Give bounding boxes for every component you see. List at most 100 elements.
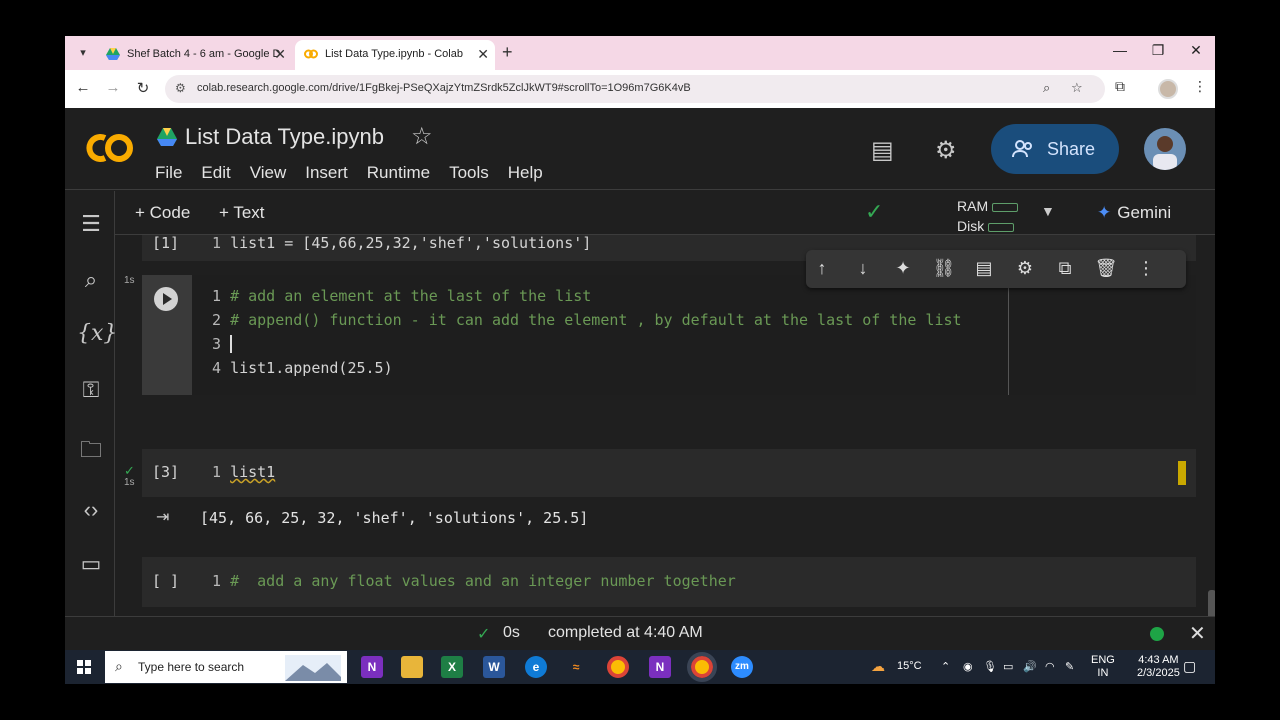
new-tab-icon[interactable]: + [502,42,513,63]
extensions-icon[interactable]: ⧉ [1115,78,1125,95]
code-line[interactable]: 1 # add a any float values and an intege… [212,572,736,590]
menu-tools[interactable]: Tools [449,163,489,183]
move-cell-down-icon[interactable]: ↓ [851,258,875,279]
secrets-key-icon[interactable]: ⚿ [77,377,105,403]
bookmark-star-icon[interactable]: ☆ [1071,80,1083,96]
code-cell[interactable]: [3] 1 list1 [142,449,1196,497]
clock[interactable]: 4:43 AM 2/3/2025 [1137,654,1180,680]
code-line[interactable]: 1 # add an element at the last of the li… [212,287,591,305]
star-icon[interactable]: ☆ [411,122,433,151]
taskbar-search[interactable]: ⌕ Type here to search [105,651,347,683]
forward-icon[interactable]: → [103,79,123,96]
wifi-icon[interactable]: ◠ [1045,660,1055,673]
onenote-icon[interactable]: N [649,656,671,678]
word-icon[interactable]: W [483,656,505,678]
search-highlight-image [285,655,341,681]
chrome-active-icon[interactable] [687,652,717,682]
close-tab-icon[interactable]: ✕ [477,40,489,68]
cell-output: [45, 66, 25, 32, 'shef', 'solutions', 25… [200,509,589,527]
search-placeholder: Type here to search [138,660,245,674]
close-tab-icon[interactable]: ✕ [274,40,286,68]
search-icon[interactable]: ⌕ [77,267,105,293]
code-cell[interactable]: [ ] 1 # add a any float values and an in… [142,557,1196,607]
exec-time: 1s [124,275,135,286]
tray-chevron-icon[interactable]: ⌃ [941,660,950,673]
browser-tab-docs[interactable]: Shef Batch 4 - 6 am - Google D ✕ [97,40,292,70]
code-cell-active[interactable]: 1 # add an element at the last of the li… [142,275,1196,395]
pen-icon[interactable]: ✎ [1065,660,1074,673]
run-cell-button[interactable] [154,287,178,311]
comments-icon[interactable]: ▤ [871,136,894,165]
notebook-title[interactable]: List Data Type.ipynb [185,124,384,150]
scrollbar-thumb[interactable] [1208,590,1215,616]
code-line-current[interactable]: 3 [212,335,233,353]
add-text-button[interactable]: + Text [219,203,265,223]
volume-icon[interactable]: 🔊 [1023,660,1037,673]
add-code-button[interactable]: + Code [135,203,190,223]
menu-view[interactable]: View [250,163,287,183]
link-icon[interactable]: ⛓ [932,258,956,279]
terminal-icon[interactable]: ▭ [77,551,105,577]
file-explorer-icon[interactable] [401,656,423,678]
browser-menu-icon[interactable]: ⋮ [1193,78,1207,95]
colab-logo[interactable] [83,128,137,168]
menu-edit[interactable]: Edit [201,163,230,183]
user-avatar[interactable] [1144,128,1186,170]
tab-search-dropdown-icon[interactable]: ▾ [73,43,93,63]
browser-profile-avatar[interactable] [1158,79,1178,99]
reload-icon[interactable]: ↻ [133,79,153,97]
windows-start-icon[interactable] [77,660,91,674]
ruler-line [1008,275,1009,395]
resource-monitor[interactable]: RAM Disk [957,196,1019,236]
people-icon [1012,140,1032,158]
exec-count: [1] [152,235,180,252]
delete-cell-icon[interactable]: 🗑 [1094,258,1118,279]
code-line[interactable]: 1 list1 [212,463,275,481]
mirror-cell-icon[interactable]: ⧉ [1053,258,1077,279]
code-snippets-icon[interactable]: ‹› [77,497,105,523]
move-cell-up-icon[interactable]: ↑ [810,258,834,279]
comment-icon[interactable]: ▤ [972,258,996,279]
menu-file[interactable]: File [155,163,182,183]
language-indicator[interactable]: ENG IN [1091,654,1115,680]
code-line[interactable]: 2 # append() function - it can add the e… [212,311,962,329]
connected-check-icon: ✓ [865,199,884,224]
battery-icon[interactable]: ▭ [1003,660,1013,673]
edge-icon[interactable]: e [525,656,547,678]
address-bar[interactable]: ⚙ colab.research.google.com/drive/1FgBke… [165,75,1105,103]
chrome-icon[interactable] [607,656,629,678]
close-status-icon[interactable]: ✕ [1189,621,1206,646]
settings-gear-icon[interactable]: ⚙ [935,136,957,165]
table-of-contents-icon[interactable]: ☰ [77,211,105,237]
onenote-icon[interactable]: N [361,656,383,678]
zoom-icon[interactable]: ⌕ [1043,80,1050,96]
zoom-app-icon[interactable]: zm [731,656,753,678]
menu-insert[interactable]: Insert [305,163,348,183]
code-line[interactable]: 1 list1 = [45,66,25,32,'shef','solutions… [212,235,591,252]
code-line[interactable]: 4 list1.append(25.5) [212,359,393,377]
cell-settings-icon[interactable]: ⚙ [1013,258,1037,279]
back-icon[interactable]: ← [73,79,93,96]
weather-temp[interactable]: 15°C [897,660,922,672]
share-button[interactable]: Share [991,124,1119,174]
excel-icon[interactable]: X [441,656,463,678]
files-folder-icon[interactable]: 🗀 [77,433,105,471]
restore-icon[interactable]: ❐ [1143,42,1173,59]
app-icon[interactable]: ≈ [565,656,587,678]
window-close-icon[interactable]: ✕ [1181,42,1211,59]
minimize-icon[interactable]: — [1105,42,1135,58]
more-options-icon[interactable]: ⋮ [1134,258,1158,279]
notifications-icon[interactable]: ▢ [1183,658,1196,675]
browser-tab-colab[interactable]: List Data Type.ipynb - Colab ✕ [295,40,495,70]
tray-icon[interactable]: ◉ [963,660,973,673]
menu-runtime[interactable]: Runtime [367,163,430,183]
menu-help[interactable]: Help [508,163,543,183]
microphone-icon[interactable]: 🎙 [983,660,997,673]
google-drive-icon[interactable] [157,128,177,146]
runtime-dropdown-icon[interactable]: ▼ [1041,203,1055,219]
gemini-button[interactable]: ✦ Gemini [1097,203,1171,223]
gemini-sparkle-icon[interactable]: ✦ [891,258,915,279]
output-toggle-icon[interactable]: ⇥ [156,507,169,527]
site-info-icon[interactable]: ⚙ [175,81,186,95]
variables-icon[interactable]: {x} [77,321,117,346]
